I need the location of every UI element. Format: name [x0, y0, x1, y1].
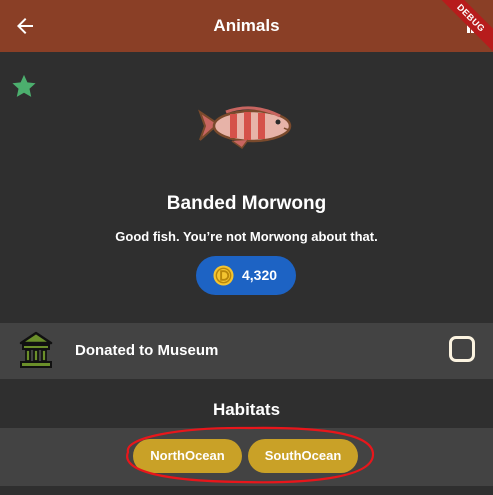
habitats-row: NorthOcean SouthOcean [0, 428, 493, 486]
donated-checkbox[interactable] [449, 336, 475, 362]
habitat-chip-south-ocean[interactable]: SouthOcean [248, 439, 358, 473]
museum-icon [19, 331, 53, 368]
museum-row[interactable]: Donated to Museum [0, 323, 493, 379]
habitats-heading: Habitats [212, 400, 281, 419]
price-value: 4,320 [242, 267, 278, 283]
page-title: Animals [213, 16, 280, 35]
item-quote: Good fish. You’re not Morwong about that… [115, 229, 378, 244]
item-name: Banded Morwong [166, 193, 327, 214]
star-icon[interactable] [10, 72, 38, 100]
red-annotation-circle [126, 426, 375, 484]
coin-icon [213, 265, 234, 286]
museum-label: Donated to Museum [75, 342, 219, 359]
app-bar: Animals DEBUG [0, 0, 493, 52]
fish-image [198, 106, 292, 150]
habitat-chip-north-ocean[interactable]: NorthOcean [133, 439, 242, 473]
price-badge: 4,320 [196, 256, 296, 295]
